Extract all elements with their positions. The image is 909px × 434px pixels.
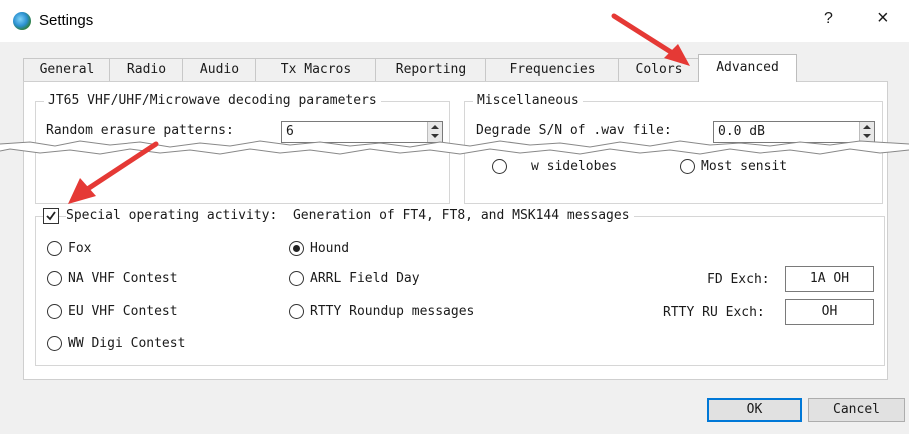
window-title: Settings xyxy=(39,12,94,29)
tab-advanced[interactable]: Advanced xyxy=(698,54,797,82)
fd-exch-label: FD Exch: xyxy=(707,272,770,287)
tab-radio[interactable]: Radio xyxy=(109,58,184,81)
tab-tx-macros[interactable]: Tx Macros xyxy=(255,58,377,81)
annotation-arrow-icon xyxy=(611,13,690,66)
radio-icon xyxy=(47,271,62,286)
tab-audio[interactable]: Audio xyxy=(182,58,257,81)
ok-button[interactable]: OK xyxy=(707,398,802,422)
jt65-group-title: JT65 VHF/UHF/Microwave decoding paramete… xyxy=(44,93,381,108)
annotation-arrow-icon xyxy=(68,141,159,204)
rtty-exch-input[interactable]: OH xyxy=(785,299,874,325)
radio-icon xyxy=(492,159,507,174)
close-button[interactable]: × xyxy=(877,7,889,30)
radio-icon xyxy=(289,271,304,286)
radio-icon xyxy=(680,159,695,174)
radio-icon xyxy=(47,241,62,256)
wsjtx-app-icon xyxy=(13,12,31,30)
help-button[interactable]: ? xyxy=(824,10,833,28)
radio-icon xyxy=(47,304,62,319)
radio-icon xyxy=(47,336,62,351)
radio-selected-icon xyxy=(289,241,304,256)
tab-general[interactable]: General xyxy=(23,58,111,81)
cancel-button[interactable]: Cancel xyxy=(808,398,905,422)
misc-group-title: Miscellaneous xyxy=(473,93,583,108)
fd-exch-input[interactable]: 1A OH xyxy=(785,266,874,292)
tab-reporting[interactable]: Reporting xyxy=(375,58,487,81)
rtty-exch-label: RTTY RU Exch: xyxy=(663,305,765,320)
settings-dialog: Settings ? × General Radio Audio Tx Macr… xyxy=(0,0,909,434)
title-bar: Settings ? × xyxy=(0,0,909,42)
radio-icon xyxy=(289,304,304,319)
